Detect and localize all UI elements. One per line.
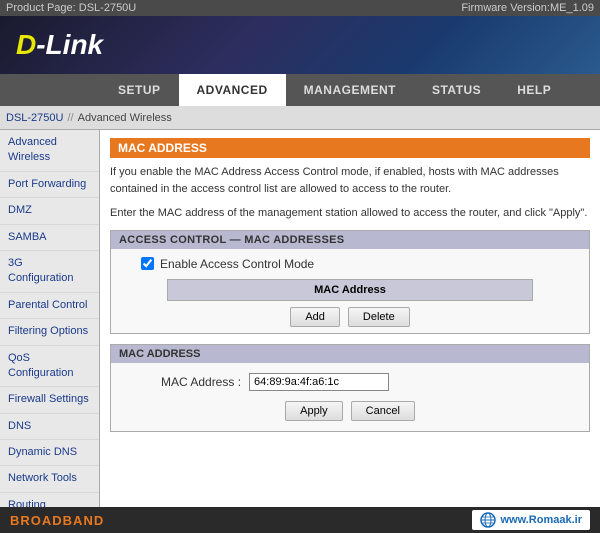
description-1: If you enable the MAC Address Access Con… [110, 164, 590, 197]
description-2: Enter the MAC address of the management … [110, 205, 590, 222]
header: D-Link [0, 16, 600, 74]
breadcrumb-slash: // [67, 112, 73, 124]
mac-address-input[interactable] [249, 373, 389, 391]
romaak-badge: www.Romaak.ir [472, 510, 590, 530]
sidebar-item-network-tools[interactable]: Network Tools [0, 466, 99, 492]
sidebar-item-filtering[interactable]: Filtering Options [0, 319, 99, 345]
app-container: Product Page: DSL-2750U Firmware Version… [0, 0, 600, 533]
tab-advanced[interactable]: ADVANCED [179, 74, 286, 106]
tab-status[interactable]: STATUS [414, 74, 499, 106]
mac-address-label: MAC Address : [161, 375, 241, 389]
nav-tabs: SETUP ADVANCED MANAGEMENT STATUS HELP [0, 74, 600, 106]
cancel-button[interactable]: Cancel [351, 401, 415, 421]
breadcrumb-section: Advanced Wireless [78, 112, 172, 124]
product-page-label: Product Page: DSL-2750U [6, 2, 136, 14]
sidebar-item-firewall[interactable]: Firewall Settings [0, 387, 99, 413]
top-bar: Product Page: DSL-2750U Firmware Version… [0, 0, 600, 16]
add-delete-row: Add Delete [121, 307, 579, 327]
dlink-logo: D-Link [16, 29, 103, 61]
sidebar-item-parental[interactable]: Parental Control [0, 293, 99, 319]
tab-management[interactable]: MANAGEMENT [286, 74, 414, 106]
page-title: MAC ADDRESS [110, 138, 590, 158]
logo-dash: -Link [36, 29, 103, 60]
sidebar-item-dmz[interactable]: DMZ [0, 198, 99, 224]
bottom-bar: BROADBAND www.Romaak.ir [0, 507, 600, 533]
sidebar-item-samba[interactable]: SAMBA [0, 225, 99, 251]
sidebar-item-routing[interactable]: Routing [0, 493, 99, 507]
apply-cancel-row: Apply Cancel [121, 401, 579, 421]
mac-input-row: MAC Address : [121, 373, 579, 391]
access-control-header: ACCESS CONTROL — MAC ADDRESSES [111, 231, 589, 249]
body-section: Advanced Wireless Port Forwarding DMZ SA… [0, 130, 600, 507]
logo-d: D [16, 29, 36, 60]
breadcrumb-model[interactable]: DSL-2750U [6, 112, 63, 124]
access-control-box: ACCESS CONTROL — MAC ADDRESSES Enable Ac… [110, 230, 590, 334]
delete-button[interactable]: Delete [348, 307, 410, 327]
sidebar-item-dns[interactable]: DNS [0, 414, 99, 440]
sidebar-item-advanced-wireless[interactable]: Advanced Wireless [0, 130, 99, 172]
enable-acm-checkbox[interactable] [141, 257, 154, 270]
firmware-version-label: Firmware Version:ME_1.09 [461, 2, 594, 14]
romaak-url[interactable]: www.Romaak.ir [500, 514, 582, 526]
tab-help[interactable]: HELP [499, 74, 569, 106]
mac-section-header: MAC ADDRESS [111, 345, 589, 363]
mac-address-box: MAC ADDRESS MAC Address : Apply Cancel [110, 344, 590, 432]
enable-checkbox-row: Enable Access Control Mode [121, 257, 579, 271]
sidebar-item-qos[interactable]: QoS Configuration [0, 346, 99, 388]
content-area: MAC ADDRESS If you enable the MAC Addres… [100, 130, 600, 507]
apply-button[interactable]: Apply [285, 401, 343, 421]
globe-icon [480, 512, 496, 528]
sidebar-item-port-forwarding[interactable]: Port Forwarding [0, 172, 99, 198]
add-button[interactable]: Add [290, 307, 340, 327]
enable-acm-label[interactable]: Enable Access Control Mode [160, 257, 314, 271]
sidebar-item-3g[interactable]: 3G Configuration [0, 251, 99, 293]
tab-setup[interactable]: SETUP [100, 74, 179, 106]
breadcrumb: DSL-2750U // Advanced Wireless [0, 106, 600, 130]
broadband-label: BROADBAND [10, 513, 104, 528]
mac-column-header: MAC Address [167, 279, 533, 301]
sidebar: Advanced Wireless Port Forwarding DMZ SA… [0, 130, 100, 507]
sidebar-item-dynamic-dns[interactable]: Dynamic DNS [0, 440, 99, 466]
